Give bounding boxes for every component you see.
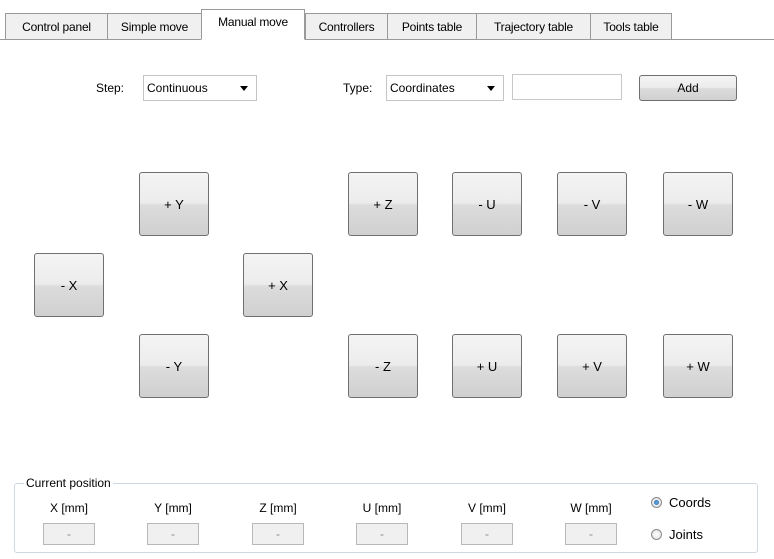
jog-plus-x-button[interactable]: + X xyxy=(243,253,313,317)
axis-value-w: - xyxy=(565,523,617,545)
tab-tools-table[interactable]: Tools table xyxy=(590,13,672,39)
chevron-down-icon xyxy=(240,86,248,91)
step-dropdown[interactable]: Continuous xyxy=(143,75,257,101)
tab-divider xyxy=(0,39,774,40)
axis-label-v: V [mm] xyxy=(468,501,506,515)
point-name-input[interactable] xyxy=(512,74,622,100)
tab-manual-move[interactable]: Manual move xyxy=(201,9,305,40)
coords-radio-label: Coords xyxy=(669,495,711,510)
axis-value-u: - xyxy=(356,523,408,545)
radio-checked-icon xyxy=(651,497,662,508)
radio-unchecked-icon xyxy=(651,529,662,540)
jog-plus-w-button[interactable]: + W xyxy=(663,334,733,398)
axis-label-z: Z [mm] xyxy=(259,501,297,515)
type-label: Type: xyxy=(343,81,373,95)
tab-points-table[interactable]: Points table xyxy=(387,13,476,39)
current-position-title: Current position xyxy=(24,476,113,490)
chevron-down-icon xyxy=(487,86,495,91)
jog-plus-z-button[interactable]: + Z xyxy=(348,172,418,236)
axis-value-v: - xyxy=(461,523,513,545)
joints-radio-label: Joints xyxy=(669,527,703,542)
joints-radio[interactable]: Joints xyxy=(651,527,703,542)
jog-plus-y-button[interactable]: + Y xyxy=(139,172,209,236)
type-dropdown-value: Coordinates xyxy=(390,81,455,95)
jog-plus-v-button[interactable]: + V xyxy=(557,334,627,398)
tab-trajectory-table[interactable]: Trajectory table xyxy=(476,13,590,39)
jog-minus-y-button[interactable]: - Y xyxy=(139,334,209,398)
tab-strip: Control panel Simple move Manual move Co… xyxy=(0,0,774,40)
step-label: Step: xyxy=(96,81,125,95)
axis-label-u: U [mm] xyxy=(362,501,402,515)
axis-label-x: X [mm] xyxy=(50,501,88,515)
axis-label-y: Y [mm] xyxy=(154,501,192,515)
tab-controllers[interactable]: Controllers xyxy=(305,13,387,39)
axis-label-w: W [mm] xyxy=(570,501,612,515)
jog-minus-x-button[interactable]: - X xyxy=(34,253,104,317)
tab-simple-move[interactable]: Simple move xyxy=(107,13,201,39)
tab-control-panel[interactable]: Control panel xyxy=(5,13,107,39)
step-dropdown-value: Continuous xyxy=(147,81,208,95)
axis-value-z: - xyxy=(252,523,304,545)
jog-minus-w-button[interactable]: - W xyxy=(663,172,733,236)
type-dropdown[interactable]: Coordinates xyxy=(386,75,504,101)
axis-value-y: - xyxy=(147,523,199,545)
add-button[interactable]: Add xyxy=(639,75,737,101)
axis-value-x: - xyxy=(43,523,95,545)
jog-plus-u-button[interactable]: + U xyxy=(452,334,522,398)
jog-minus-z-button[interactable]: - Z xyxy=(348,334,418,398)
coords-radio[interactable]: Coords xyxy=(651,495,711,510)
jog-minus-v-button[interactable]: - V xyxy=(557,172,627,236)
jog-minus-u-button[interactable]: - U xyxy=(452,172,522,236)
